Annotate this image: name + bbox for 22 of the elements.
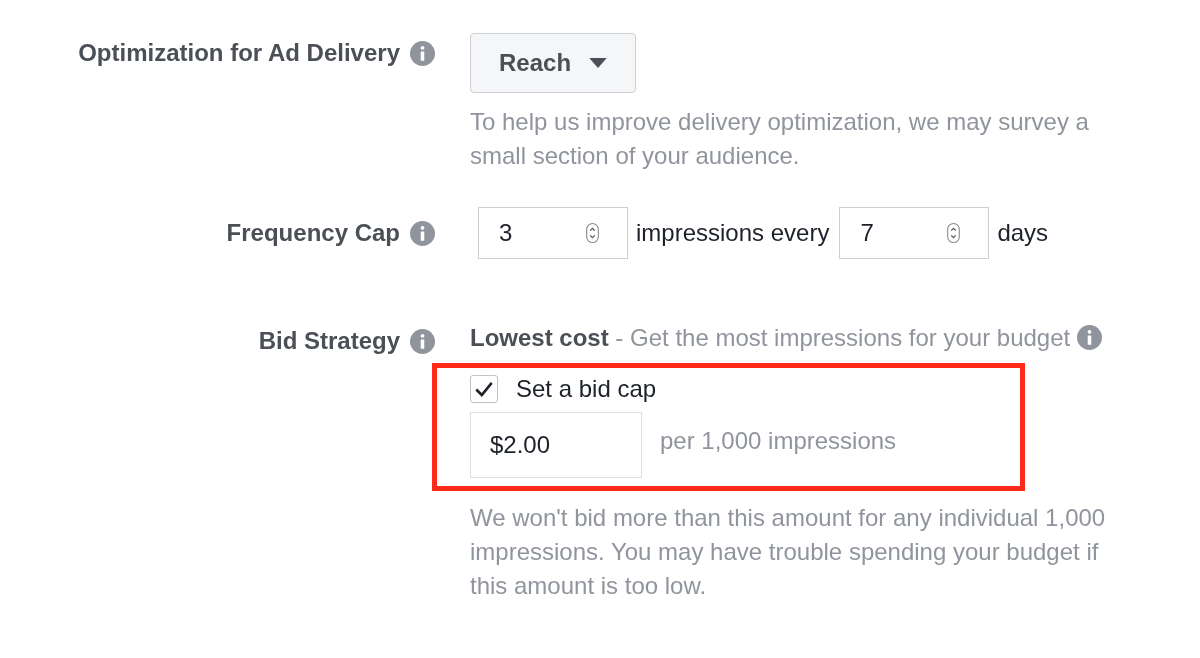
info-icon[interactable] [410,220,435,246]
help-text: We won't bid more than this amount for any individual 1,000 impressions. You may have trouble spending your budget if this amount is too low. [470,503,1107,601]
number-field[interactable]: 7 [839,207,990,259]
info-icon[interactable] [1076,325,1102,350]
dropdown-button[interactable]: Reach [470,33,637,93]
unit-text: per 1,000 impressions [660,426,897,455]
checkbox-label: Set a bid cap [516,375,657,403]
info-icon[interactable] [410,40,435,66]
caret-icon [589,58,608,68]
number-field[interactable]: 3 [478,207,628,259]
unit-text: days [997,219,1049,247]
strategy-text: Lowest cost - Get the most impressions for your budget [470,324,1071,351]
checkbox[interactable] [470,375,498,403]
stepper-icon[interactable] [947,222,961,244]
field-label: Optimization for Ad Delivery [78,39,400,67]
help-text: To help us improve delivery optimization, we may survey a small section of your audience. [470,107,1090,171]
field-label: Bid Strategy [258,327,400,355]
field-text: impressions every [636,219,830,247]
bid-amount-field[interactable]: $2.00 [470,412,642,478]
stepper-icon[interactable] [586,222,599,244]
field-label: Frequency Cap [226,219,400,247]
info-icon[interactable] [410,328,435,354]
